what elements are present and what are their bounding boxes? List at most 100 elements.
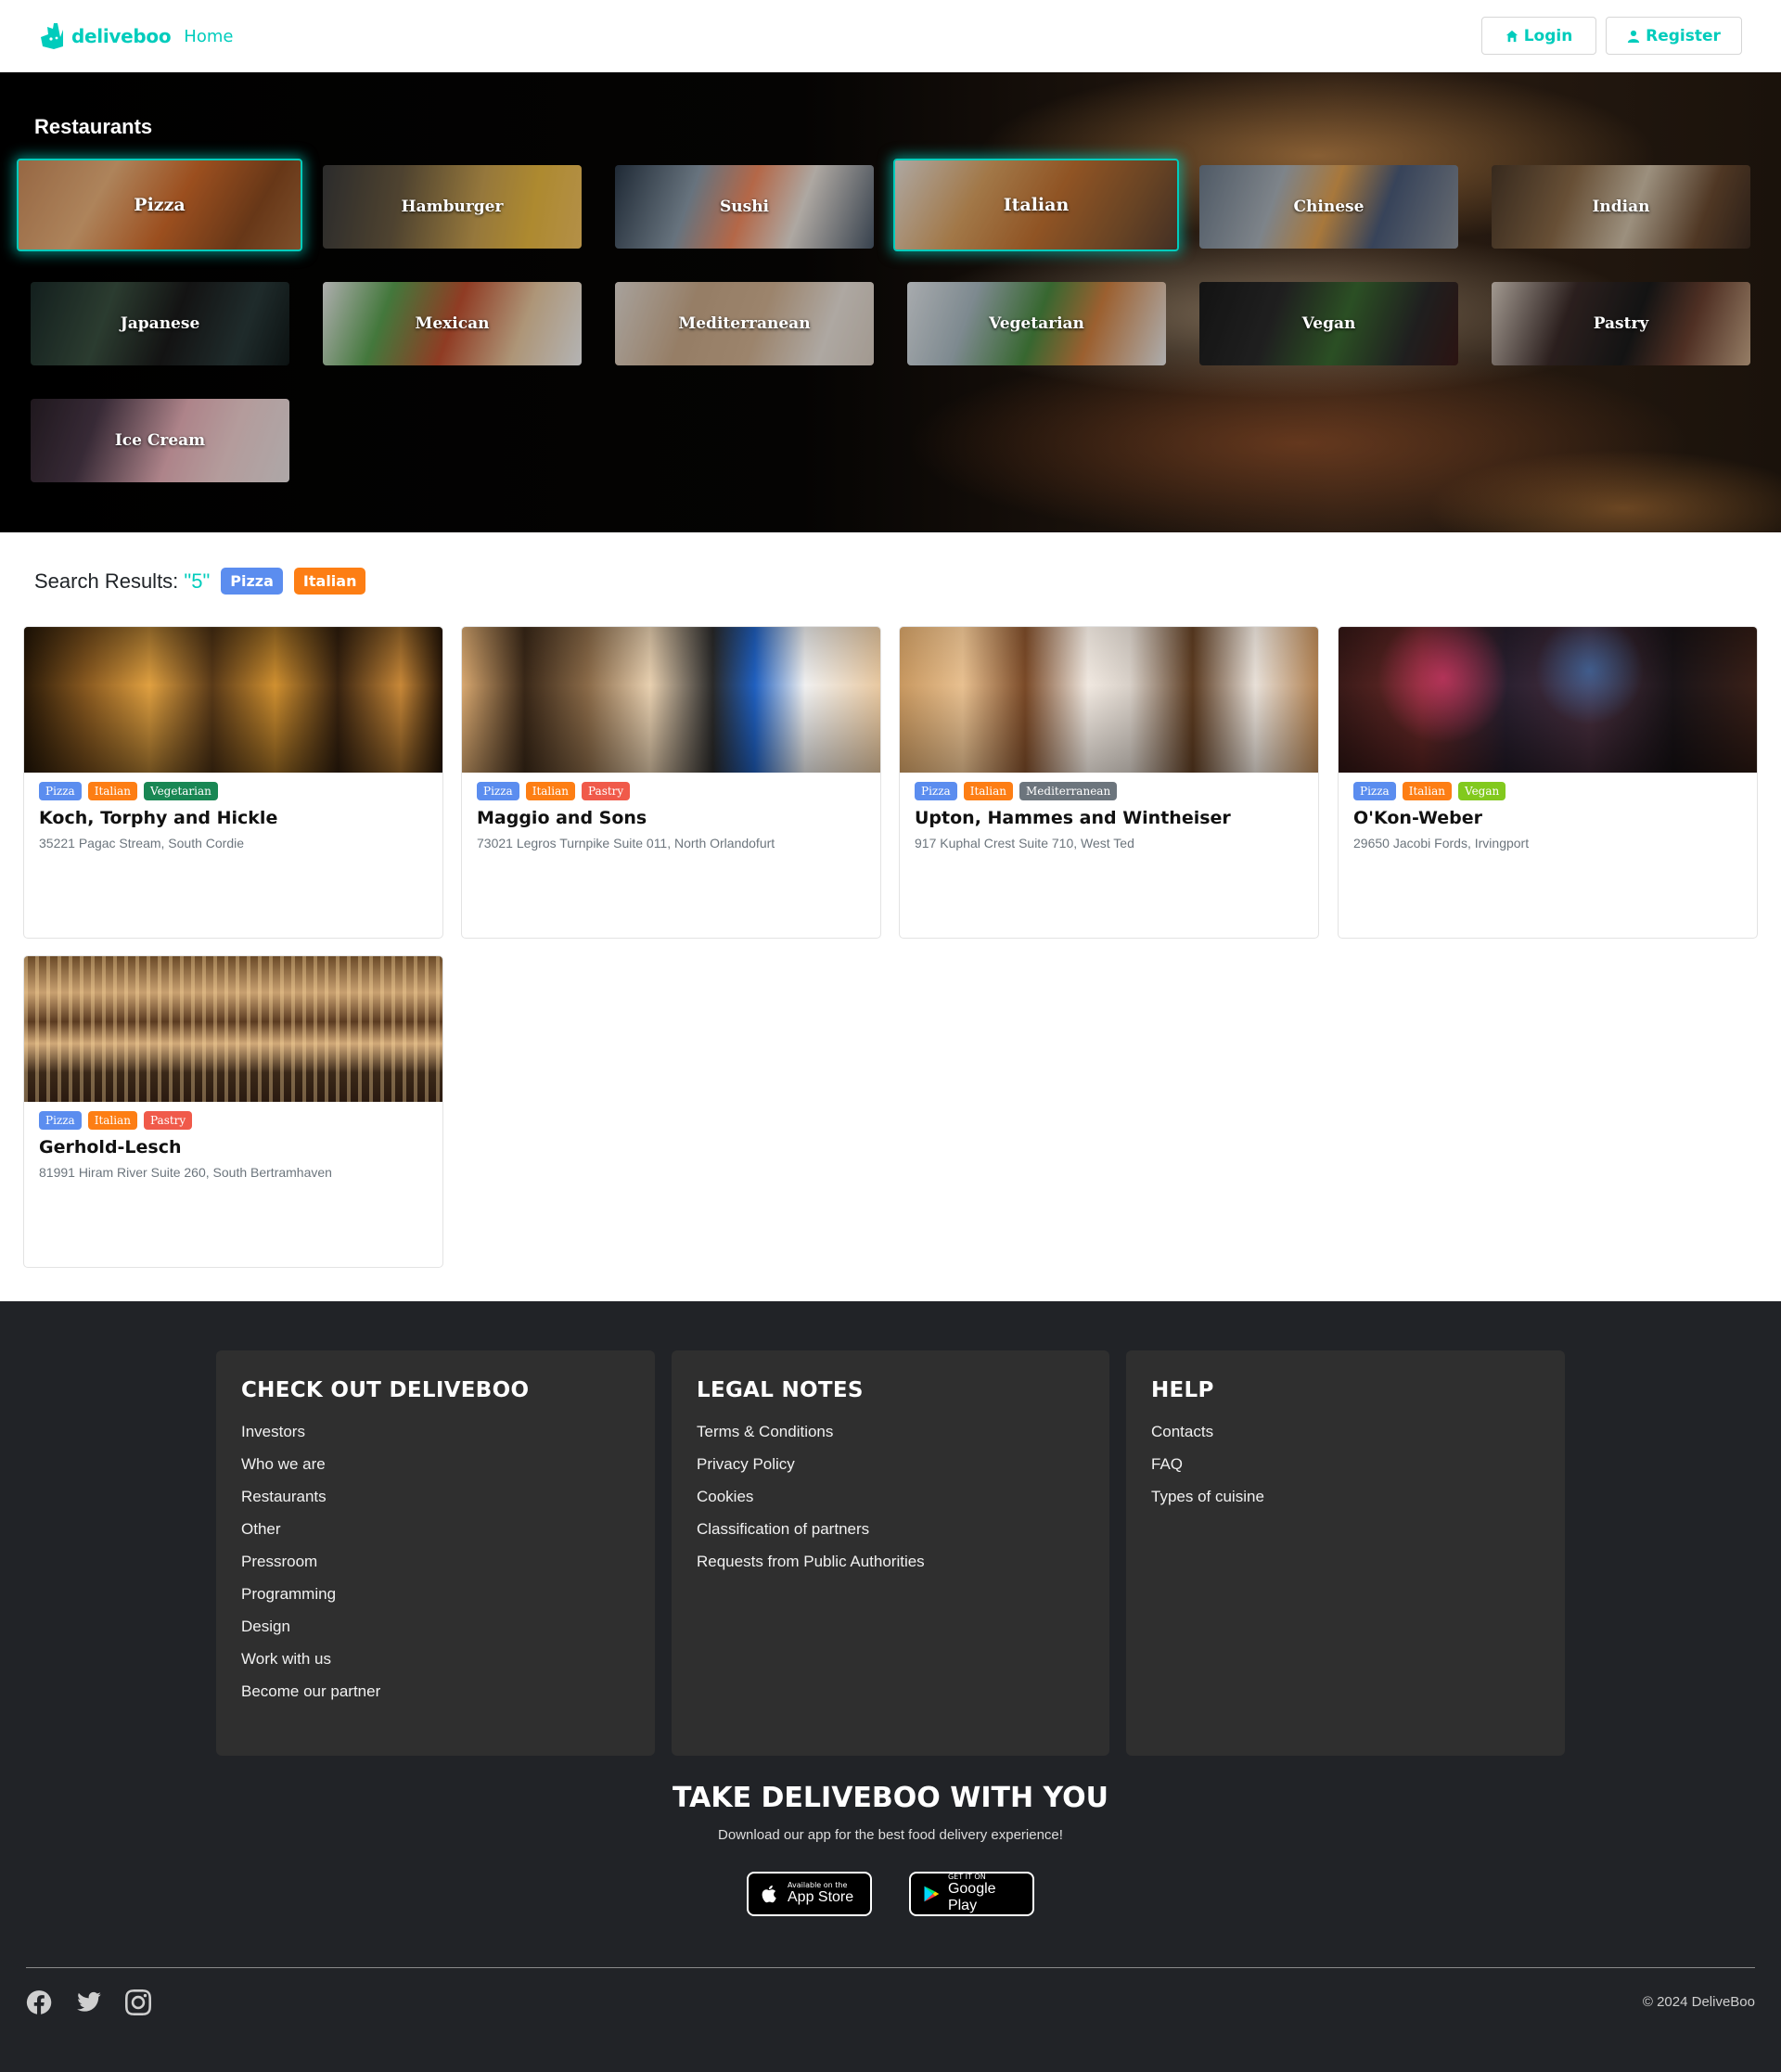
footer-link[interactable]: FAQ	[1151, 1455, 1540, 1474]
restaurant-name: Upton, Hammes and Wintheiser	[915, 808, 1231, 828]
restaurant-card[interactable]: Pizza Italian Vegan O'Kon-Weber 29650 Ja…	[1338, 626, 1758, 939]
category-label: Italian	[1003, 195, 1070, 215]
category-label: Ice Cream	[114, 431, 206, 450]
footer-link[interactable]: Contacts	[1151, 1423, 1540, 1441]
footer-link[interactable]: Cookies	[697, 1488, 1084, 1506]
category-label: Pastry	[1593, 314, 1649, 333]
footer-link[interactable]: Who we are	[241, 1455, 630, 1474]
category-label: Hamburger	[401, 198, 504, 216]
twitter-icon[interactable]	[76, 1989, 102, 2015]
app-store-small-text: Available on the	[788, 1881, 848, 1890]
category-mediterranean[interactable]: Mediterranean	[615, 282, 874, 365]
restaurant-address: 81991 Hiram River Suite 260, South Bertr…	[39, 1165, 332, 1180]
footer-column-legal: LEGAL NOTES Terms & Conditions Privacy P…	[672, 1350, 1109, 1756]
footer-link[interactable]: Classification of partners	[697, 1520, 1084, 1539]
category-indian[interactable]: Indian	[1492, 165, 1750, 249]
login-button[interactable]: Login	[1481, 17, 1596, 55]
cuisine-badge: Vegetarian	[144, 782, 218, 800]
category-label: Pizza	[134, 195, 186, 215]
category-label: Sushi	[719, 198, 770, 216]
footer-link[interactable]: Restaurants	[241, 1488, 630, 1506]
footer-link[interactable]: Become our partner	[241, 1682, 630, 1701]
restaurant-name: Gerhold-Lesch	[39, 1137, 182, 1158]
category-pizza[interactable]: Pizza	[17, 159, 302, 251]
footer-column-title: LEGAL NOTES	[697, 1378, 864, 1402]
category-label: Chinese	[1293, 198, 1365, 216]
filter-pill-pizza[interactable]: Pizza	[221, 568, 283, 595]
brand-name: deliveboo	[71, 25, 172, 47]
apple-icon	[762, 1885, 776, 1903]
category-label: Vegetarian	[989, 314, 1084, 333]
register-button[interactable]: Register	[1606, 17, 1742, 55]
restaurant-card[interactable]: Pizza Italian Pastry Maggio and Sons 730…	[461, 626, 881, 939]
category-hamburger[interactable]: Hamburger	[323, 165, 582, 249]
footer-column-title: HELP	[1151, 1378, 1214, 1402]
cuisine-badge: Mediterranean	[1019, 782, 1118, 800]
restaurant-address: 73021 Legros Turnpike Suite 011, North O…	[477, 836, 775, 851]
restaurant-name: Maggio and Sons	[477, 808, 647, 828]
footer-link[interactable]: Privacy Policy	[697, 1455, 1084, 1474]
google-play-small-text: GET IT ON	[947, 1873, 986, 1882]
cuisine-badge: Pizza	[477, 782, 519, 800]
category-mexican[interactable]: Mexican	[323, 282, 582, 365]
restaurant-card[interactable]: Pizza Italian Pastry Gerhold-Lesch 81991…	[23, 955, 443, 1268]
category-japanese[interactable]: Japanese	[31, 282, 289, 365]
footer-link[interactable]: Requests from Public Authorities	[697, 1553, 1084, 1571]
cuisine-badge: Italian	[963, 782, 1013, 800]
restaurant-address: 29650 Jacobi Fords, Irvingport	[1353, 836, 1530, 851]
footer-divider	[26, 1967, 1755, 1968]
category-sushi[interactable]: Sushi	[615, 165, 874, 249]
restaurant-address: 917 Kuphal Crest Suite 710, West Ted	[915, 836, 1134, 851]
nav-home-link[interactable]: Home	[184, 27, 233, 46]
restaurant-image	[24, 627, 442, 773]
instagram-icon[interactable]	[125, 1989, 151, 2015]
restaurant-name: Koch, Torphy and Hickle	[39, 808, 278, 828]
category-pastry[interactable]: Pastry	[1492, 282, 1750, 365]
cuisine-badge: Pizza	[915, 782, 957, 800]
hero-banner: Restaurants Pizza Hamburger Sushi Italia…	[0, 72, 1781, 532]
footer-link[interactable]: Investors	[241, 1423, 630, 1441]
category-label: Indian	[1592, 198, 1650, 216]
restaurant-name: O'Kon-Weber	[1353, 808, 1482, 828]
google-play-icon	[924, 1886, 940, 1902]
navbar: deliveboo Home Login Register	[0, 0, 1781, 72]
category-vegetarian[interactable]: Vegetarian	[907, 282, 1166, 365]
home-icon	[1506, 30, 1518, 42]
cuisine-badge: Vegan	[1458, 782, 1506, 800]
app-promo-title: TAKE DELIVEBOO WITH YOU	[672, 1782, 1109, 1814]
search-results-count: "5"	[184, 569, 211, 593]
restaurant-image	[462, 627, 880, 773]
brand[interactable]: deliveboo Home	[40, 22, 233, 50]
hero-title: Restaurants	[34, 115, 153, 138]
app-store-big-text: App Store	[788, 1889, 854, 1906]
copyright: © 2024 DeliveBoo	[1642, 1994, 1755, 2010]
restaurant-card[interactable]: Pizza Italian Mediterranean Upton, Hamme…	[899, 626, 1319, 939]
cuisine-badge: Italian	[87, 782, 137, 800]
category-vegan[interactable]: Vegan	[1199, 282, 1458, 365]
category-italian[interactable]: Italian	[893, 159, 1179, 251]
deliveroo-kangaroo-icon	[41, 23, 63, 49]
restaurant-image	[1339, 627, 1757, 773]
google-play-button[interactable]: GET IT ON Google Play	[909, 1872, 1034, 1916]
category-label: Japanese	[120, 314, 200, 333]
category-ice-cream[interactable]: Ice Cream	[31, 399, 289, 482]
footer-link[interactable]: Design	[241, 1618, 630, 1636]
footer-link[interactable]: Work with us	[241, 1650, 630, 1669]
cuisine-badge: Italian	[1402, 782, 1452, 800]
category-label: Vegan	[1301, 314, 1356, 333]
footer-link[interactable]: Other	[241, 1520, 630, 1539]
app-store-button[interactable]: Available on the App Store	[747, 1872, 872, 1916]
footer-link[interactable]: Programming	[241, 1585, 630, 1604]
footer-link[interactable]: Pressroom	[241, 1553, 630, 1571]
facebook-icon[interactable]	[26, 1989, 52, 2015]
category-chinese[interactable]: Chinese	[1199, 165, 1458, 249]
filter-pill-italian[interactable]: Italian	[293, 568, 366, 595]
footer-link[interactable]: Types of cuisine	[1151, 1488, 1540, 1506]
cuisine-badge: Pastry	[582, 782, 631, 800]
restaurant-card[interactable]: Pizza Italian Vegetarian Koch, Torphy an…	[23, 626, 443, 939]
cuisine-badge: Italian	[525, 782, 575, 800]
footer-link[interactable]: Terms & Conditions	[697, 1423, 1084, 1441]
footer-column-help: HELP Contacts FAQ Types of cuisine	[1126, 1350, 1565, 1756]
search-label-text: Search Results:	[34, 569, 179, 593]
footer-column-title: CHECK OUT DELIVEBOO	[241, 1378, 530, 1402]
